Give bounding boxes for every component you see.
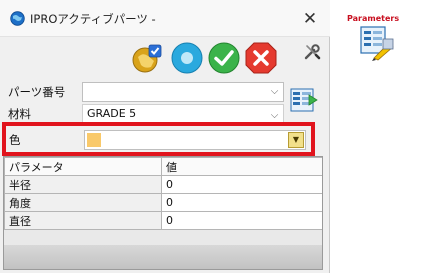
param-name-cell: 直径 — [4, 211, 162, 230]
material-combo[interactable]: GRADE 5 ⌵ — [82, 104, 284, 124]
cancel-button[interactable] — [244, 41, 278, 75]
ok-button[interactable] — [207, 41, 241, 75]
table-row: 直径 0 — [4, 211, 322, 230]
part-number-label: パーツ番号 — [8, 85, 66, 99]
settings-globe-check-icon[interactable] — [130, 41, 164, 75]
column-header-value[interactable]: 値 — [161, 157, 322, 176]
material-label: 材料 — [8, 107, 31, 121]
param-name-cell: 角度 — [4, 193, 162, 212]
cancel-x-icon — [245, 42, 277, 74]
ok-check-icon — [208, 42, 240, 74]
color-label: 色 — [9, 133, 21, 147]
param-value-cell[interactable]: 0 — [161, 175, 322, 194]
dialog-window: IPROアクティブパーツ - ✕ パーツ番号 ⌵ 材料 GRADE 5 ⌵ 色 … — [0, 0, 330, 273]
param-value-cell[interactable]: 0 — [161, 193, 322, 212]
info-button[interactable] — [170, 41, 204, 75]
close-button[interactable]: ✕ — [298, 7, 322, 31]
part-number-combo[interactable]: ⌵ — [82, 82, 284, 102]
wrench-screwdriver-icon[interactable] — [303, 43, 321, 61]
column-header-parameter[interactable]: パラメータ — [4, 157, 162, 176]
color-row-highlight: 色 ▼ — [2, 122, 315, 156]
color-picker[interactable]: ▼ — [84, 130, 306, 150]
parameters-form-icon[interactable] — [359, 25, 395, 61]
part-number-row: パーツ番号 ⌵ — [0, 81, 330, 103]
toolbar — [0, 37, 330, 81]
window-title: IPROアクティブパーツ - — [30, 12, 156, 26]
table-row: 半径 0 — [4, 175, 322, 194]
app-globe-icon — [10, 11, 25, 26]
parameters-table: パラメータ 値 半径 0 角度 0 直径 0 — [3, 156, 323, 270]
parameters-command[interactable]: Parameters — [347, 14, 407, 74]
info-icon — [171, 42, 203, 74]
table-row: 角度 0 — [4, 193, 322, 212]
dropdown-arrow-icon[interactable]: ▼ — [288, 132, 304, 148]
title-bar: IPROアクティブパーツ - ✕ — [0, 0, 330, 37]
color-swatch — [87, 133, 101, 147]
table-header-row: パラメータ 値 — [4, 157, 322, 176]
param-name-cell: 半径 — [4, 175, 162, 194]
table-empty-area — [4, 245, 322, 269]
chevron-down-icon[interactable]: ⌵ — [266, 83, 283, 101]
param-value-cell[interactable]: 0 — [161, 211, 322, 230]
material-row: 材料 GRADE 5 ⌵ — [0, 104, 330, 124]
parameters-command-label: Parameters — [347, 14, 400, 23]
material-value: GRADE 5 — [87, 107, 137, 120]
